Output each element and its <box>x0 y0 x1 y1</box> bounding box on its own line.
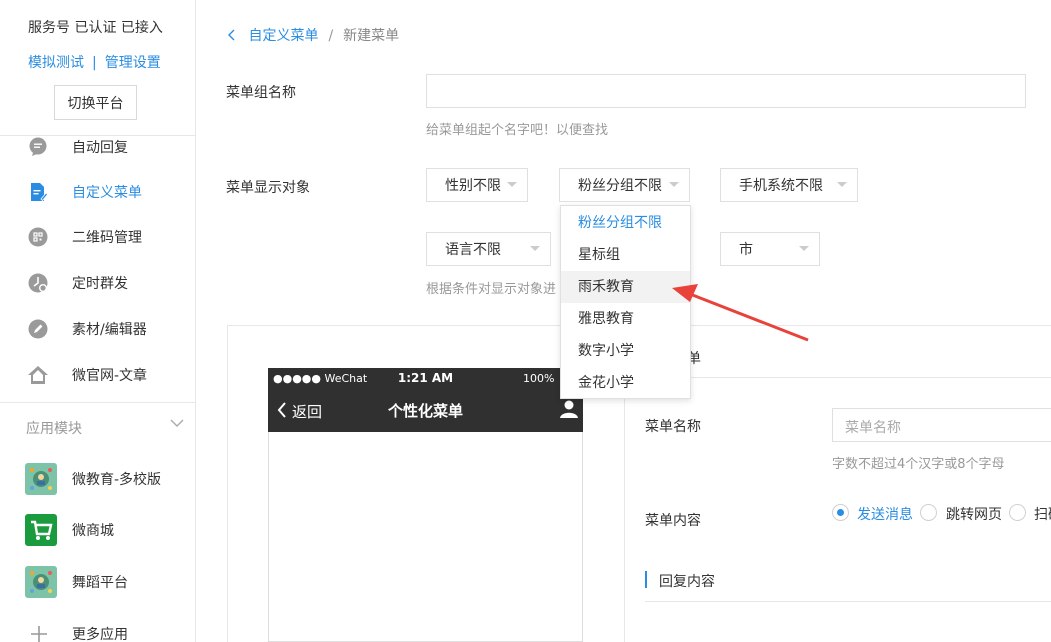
qrcode-icon <box>27 226 49 248</box>
target-hint: 根据条件对显示对象进 <box>426 282 557 297</box>
breadcrumb: 自定义菜单 / 新建菜单 <box>228 25 399 45</box>
radio-send-message-label[interactable]: 发送消息 <box>857 504 913 524</box>
menu-name-label: 菜单名称 <box>645 419 701 435</box>
sidebar-item-label: 二维码管理 <box>72 230 142 246</box>
radio-send-message[interactable] <box>832 504 849 521</box>
sidebar-item-label: 素材/编辑器 <box>72 322 147 338</box>
breadcrumb-current: 新建菜单 <box>343 28 400 44</box>
fan-group-select[interactable]: 粉丝分组不限 <box>559 168 690 202</box>
clock-icon <box>27 272 49 294</box>
phone-status-bar: ●●●●● WeChat 1:21 AM 100% <box>268 368 583 390</box>
breadcrumb-custom-menu-link[interactable]: 自定义菜单 <box>248 28 318 44</box>
radio-jump-url[interactable] <box>920 504 937 521</box>
radio-jump-url-label[interactable]: 跳转网页 <box>946 504 1002 524</box>
sidebar-item-qrcode[interactable]: 二维码管理 <box>0 217 196 257</box>
shopping-cart-icon <box>25 514 57 546</box>
sidebar-app-dance[interactable]: 舞蹈平台 <box>0 562 196 602</box>
fan-group-option[interactable]: 金花小学 <box>561 367 690 399</box>
simulate-test-link[interactable]: 模拟测试 <box>28 55 84 71</box>
language-select[interactable]: 语言不限 <box>426 232 551 266</box>
home-icon <box>27 364 49 386</box>
admin-settings-link[interactable]: 管理设置 <box>105 55 161 71</box>
sidebar-item-material-editor[interactable]: 素材/编辑器 <box>0 309 196 349</box>
language-select-value: 语言不限 <box>445 242 501 258</box>
sidebar-item-label: 舞蹈平台 <box>72 575 128 591</box>
os-select[interactable]: 手机系统不限 <box>720 168 858 202</box>
radio-scan[interactable] <box>1009 504 1026 521</box>
sidebar-item-microsite[interactable]: 微官网-文章 <box>0 355 196 395</box>
caret-down-icon <box>669 182 679 187</box>
fan-group-select-value: 粉丝分组不限 <box>578 178 662 194</box>
sidebar-app-more[interactable]: 更多应用 <box>0 614 196 642</box>
app-module-title: 应用模块 <box>26 421 82 437</box>
pencil-icon <box>27 318 49 340</box>
account-links: 模拟测试 | 管理设置 <box>28 52 161 72</box>
phone-title: 个性化菜单 <box>387 402 463 420</box>
sidebar-item-scheduled-send[interactable]: 定时群发 <box>0 263 196 303</box>
sidebar-item-label: 微商城 <box>72 523 114 539</box>
sidebar-item-custom-menu[interactable]: 自定义菜单 <box>0 172 196 212</box>
link-separator: | <box>92 55 97 71</box>
target-label: 菜单显示对象 <box>226 180 310 196</box>
account-status: 服务号 已认证 已接入 <box>28 20 163 36</box>
menu-content-label: 菜单内容 <box>645 513 701 529</box>
dance-app-icon <box>25 566 57 598</box>
plus-icon <box>28 623 50 642</box>
sidebar-divider <box>0 402 196 403</box>
sidebar-app-mall[interactable]: 微商城 <box>0 510 196 550</box>
phone-battery: 100% <box>523 372 555 385</box>
sidebar: 服务号 已认证 已接入 模拟测试 | 管理设置 切换平台 自动回复 自定义菜单 二维… <box>0 0 196 642</box>
group-name-input[interactable] <box>426 74 1026 108</box>
gender-select[interactable]: 性别不限 <box>426 168 528 202</box>
sidebar-app-edu[interactable]: 微教育-多校版 <box>0 459 196 499</box>
city-select-value: 市 <box>739 242 753 258</box>
caret-down-icon <box>799 246 809 251</box>
sidebar-item-label: 自动回复 <box>72 140 128 156</box>
caret-down-icon <box>530 246 540 251</box>
city-select[interactable]: 市 <box>720 232 820 266</box>
fan-group-option[interactable]: 粉丝分组不限 <box>561 207 690 239</box>
phone-nav-bar: 返回 个性化菜单 <box>268 390 583 432</box>
user-profile-icon[interactable] <box>559 399 579 423</box>
caret-down-icon <box>507 182 517 187</box>
sidebar-item-label: 更多应用 <box>72 627 128 642</box>
group-name-hint: 给菜单组起个名字吧！以便查找 <box>426 123 609 138</box>
chat-bubble-icon <box>27 136 49 158</box>
switch-platform-button[interactable]: 切换平台 <box>54 85 137 120</box>
document-edit-icon <box>27 181 49 203</box>
fan-group-option[interactable]: 星标组 <box>561 239 690 271</box>
menu-name-hint: 字数不超过4个汉字或8个字母 <box>832 457 1005 472</box>
chevron-left-icon[interactable] <box>228 28 240 44</box>
edu-app-icon <box>25 463 57 495</box>
radio-scan-label[interactable]: 扫码 <box>1034 504 1051 524</box>
reply-section-bar <box>645 571 647 588</box>
chevron-down-icon[interactable] <box>170 416 184 432</box>
sidebar-item-label: 微官网-文章 <box>72 368 148 384</box>
sidebar-item-label: 自定义菜单 <box>72 185 142 201</box>
sidebar-item-auto-reply[interactable]: 自动回复 <box>0 127 196 167</box>
menu-name-placeholder: 菜单名称 <box>845 420 901 436</box>
menu-name-input[interactable]: 菜单名称 <box>832 408 1051 442</box>
annotation-arrow-icon <box>672 284 809 342</box>
os-select-value: 手机系统不限 <box>739 178 823 194</box>
reply-content-title: 回复内容 <box>659 574 715 590</box>
breadcrumb-separator: / <box>328 28 334 44</box>
gender-select-value: 性别不限 <box>445 178 501 194</box>
sidebar-item-label: 微教育-多校版 <box>72 472 162 488</box>
group-name-label: 菜单组名称 <box>226 85 296 101</box>
caret-down-icon <box>837 182 847 187</box>
divider <box>645 377 1051 378</box>
divider <box>645 601 1051 602</box>
sidebar-item-label: 定时群发 <box>72 276 128 292</box>
